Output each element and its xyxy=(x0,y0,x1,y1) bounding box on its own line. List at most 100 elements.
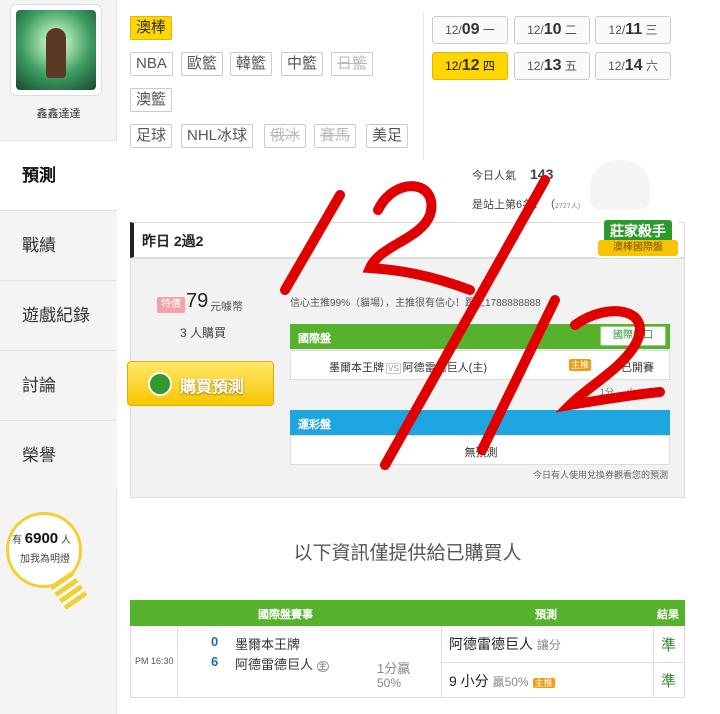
main-pick-badge: 主推 xyxy=(532,678,555,688)
dealer-killer-badge: 莊家殺手 澳棒國際盤 xyxy=(598,216,678,262)
rank-text: 是站上第6名！（ xyxy=(472,199,556,211)
results-table: 國際盤賽事 預測 結果 PM 16:30 0 墨爾本王牌 6 阿德雷德巨人 主 … xyxy=(130,600,685,698)
date-1214[interactable]: 12/14 六 xyxy=(595,52,671,80)
prediction-remark: 信心主推99%（貓場），主推很有信心！跟上1788888888 xyxy=(290,298,541,309)
handicap-pct: 50% xyxy=(377,676,402,690)
tag-soccer[interactable]: 足球 xyxy=(130,124,173,148)
results-table-header: 國際盤賽事 預測 結果 xyxy=(130,600,685,626)
intl-match-row: 墨爾本王牌 VS 阿德雷德巨人(主) 主推 已開賽 xyxy=(290,350,670,380)
match-home-team: 墨爾本王牌 xyxy=(329,362,384,374)
date-weekday: 六 xyxy=(645,59,658,73)
date-day: 11 xyxy=(625,21,643,38)
date-month: 12/ xyxy=(445,59,462,73)
prediction-2-note: 贏50% xyxy=(492,675,529,689)
popularity: 今日人氣 143 xyxy=(472,166,553,183)
date-1210[interactable]: 12/10 二 xyxy=(514,16,590,44)
price-unit: 元噱幣 xyxy=(210,301,243,313)
date-month: 12/ xyxy=(527,23,544,37)
date-month: 12/ xyxy=(608,59,625,73)
rank-line: 是站上第6名！（2727人) xyxy=(472,196,580,212)
date-1211[interactable]: 12/11 三 xyxy=(595,16,671,44)
table-row: PM 16:30 0 墨爾本王牌 6 阿德雷德巨人 主 1分贏 50% 阿德雷德… xyxy=(130,626,685,698)
team2: 阿德雷德巨人 主 xyxy=(235,654,329,673)
result-mark-1: 準 xyxy=(661,637,677,654)
intl-match: 墨爾本王牌 VS 阿德雷德巨人(主) xyxy=(329,359,487,375)
badge-subtitle: 澳棒國際盤 xyxy=(598,240,678,256)
bulb-suffix: 人 xyxy=(60,535,71,546)
date-day: 09 xyxy=(461,21,480,38)
tag-nhl[interactable]: NHL冰球 xyxy=(181,124,254,148)
side-nav-honor[interactable]: 榮譽 xyxy=(0,420,117,490)
avatar[interactable] xyxy=(16,10,96,90)
tag-horse-racing: 賽馬 xyxy=(314,124,357,148)
date-month: 12/ xyxy=(608,23,626,37)
tag-cn-basketball[interactable]: 中籃 xyxy=(281,52,324,76)
bulb-widget[interactable]: 有 6900 人 加我為明燈 xyxy=(0,500,117,620)
host-badge: 主 xyxy=(316,661,329,672)
tag-kr-basketball[interactable]: 韓籃 xyxy=(230,52,273,76)
tag-ru-hockey: 俄冰 xyxy=(264,124,307,148)
lottery-title: 運彩盤 xyxy=(298,419,331,431)
date-weekday: 一 xyxy=(482,23,495,37)
tag-jp-basketball: 日籃 xyxy=(331,52,374,76)
username[interactable]: 鑫鑫達達 xyxy=(0,105,117,121)
side-nav-discussion[interactable]: 討論 xyxy=(0,350,117,420)
prediction-2-text: 9 小分 xyxy=(449,673,489,689)
popularity-value: 143 xyxy=(530,166,554,182)
rank-tail: 2727人) xyxy=(555,203,581,210)
tag-au-baseball[interactable]: 澳棒 xyxy=(130,16,173,40)
date-day: 14 xyxy=(624,57,643,74)
side-nav-predict[interactable]: 預測 xyxy=(0,140,117,210)
match-away-team: 阿德雷德巨人(主) xyxy=(402,362,487,374)
tag-nba[interactable]: NBA xyxy=(130,52,173,76)
prediction-1-note: 讓分 xyxy=(536,638,561,652)
prediction-header-title: 昨日 2過2 xyxy=(142,233,204,249)
date-weekday: 二 xyxy=(564,23,577,37)
team2-name: 阿德雷德巨人 xyxy=(235,657,314,672)
coin-icon xyxy=(148,372,172,396)
date-day: 13 xyxy=(543,57,562,74)
buyer-only-info-title: 以下資訊僅提供給已購買人 xyxy=(293,543,522,564)
mascot-icon xyxy=(590,160,650,210)
team1-score: 0 xyxy=(211,634,219,649)
badge-title: 莊家殺手 xyxy=(604,220,672,242)
buyer-count: 3 人購買 xyxy=(180,326,227,340)
tag-us-football[interactable]: 美足 xyxy=(366,124,409,148)
col-header-match: 國際盤賽事 xyxy=(258,609,313,621)
tag-eu-basketball[interactable]: 歐籃 xyxy=(181,52,224,76)
match-status: 已開賽 xyxy=(621,362,654,374)
date-1213[interactable]: 12/13 五 xyxy=(514,52,590,80)
price-value: 79 xyxy=(186,290,209,312)
intl-odds-button[interactable]: 國際盤口 xyxy=(600,326,666,346)
avatar-frame[interactable] xyxy=(10,4,102,96)
side-nav-record[interactable]: 戰績 xyxy=(0,210,117,280)
prediction-1-text: 阿德雷德巨人 xyxy=(449,636,533,652)
buy-prediction-button[interactable]: 購買預測 xyxy=(127,361,274,406)
main-pick-badge: 主推 xyxy=(569,359,592,371)
divider xyxy=(423,12,424,160)
lottery-row: 無預測 xyxy=(290,435,670,465)
tag-au-basketball[interactable]: 澳籃 xyxy=(130,88,173,112)
intl-sub-text: 1分 ... 小 xyxy=(600,387,636,397)
side-nav: 預測 戰績 遊戲紀錄 討論 榮譽 xyxy=(0,140,117,490)
date-1209[interactable]: 12/09 一 xyxy=(432,16,508,44)
vs-icon: VS xyxy=(386,363,401,374)
date-1212[interactable]: 12/12 四 xyxy=(432,52,508,80)
divider xyxy=(177,626,178,698)
lottery-empty: 無預測 xyxy=(464,447,498,459)
date-day: 10 xyxy=(543,21,562,38)
bulb-count: 6900 xyxy=(24,530,59,547)
date-weekday: 四 xyxy=(482,59,495,73)
special-price-badge: 特價 xyxy=(157,297,185,313)
date-weekday: 三 xyxy=(645,23,658,37)
date-month: 12/ xyxy=(527,59,544,73)
sidebar: 鑫鑫達達 預測 戰績 遊戲紀錄 討論 榮譽 有 6900 人 加我為明燈 xyxy=(0,0,117,714)
intl-title: 國際盤 xyxy=(298,333,331,345)
prediction-2: 9 小分 贏50% 主推 xyxy=(449,671,555,691)
match-time: PM 16:30 xyxy=(135,656,174,666)
lottery-section-header: 運彩盤 xyxy=(290,410,670,435)
bulb-count-line: 有 6900 人 xyxy=(12,530,71,547)
date-day: 12 xyxy=(461,57,480,74)
bulb-caption: 加我為明燈 xyxy=(20,554,70,565)
side-nav-game-log[interactable]: 遊戲紀錄 xyxy=(0,280,117,350)
